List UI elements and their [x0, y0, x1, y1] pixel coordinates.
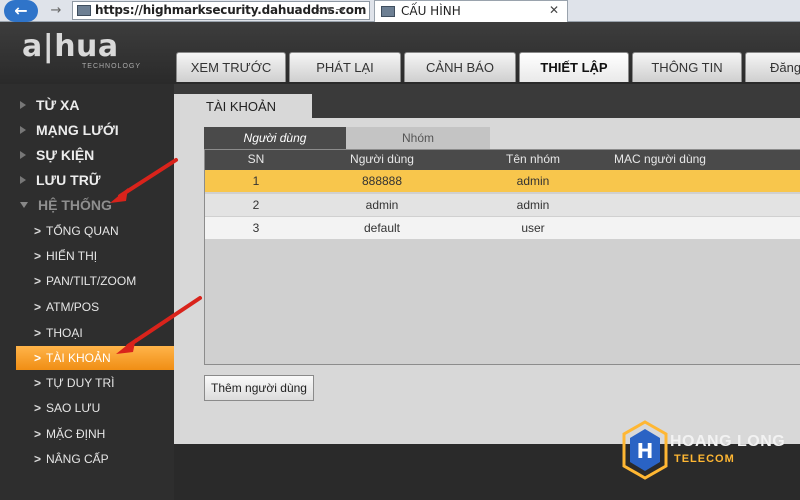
cell-user: 888888 — [361, 174, 403, 188]
sidebar-item-remote[interactable]: TỪ XA — [20, 97, 80, 117]
chevron-right-icon: > — [34, 452, 42, 466]
logo-subtext: TECHNOLOGY — [82, 63, 142, 70]
forward-button[interactable]: → — [46, 2, 66, 20]
tab-playback[interactable]: PHÁT LẠI — [289, 52, 401, 82]
tab-alarm[interactable]: CẢNH BÁO — [404, 52, 516, 82]
sidebar-subitem-display[interactable]: > HIỂN THỊ — [34, 249, 97, 269]
expand-arrow-icon — [20, 151, 26, 160]
cell-user: admin — [365, 198, 399, 212]
column-header-sn: SN — [247, 152, 265, 166]
sidebar-subitem-voice[interactable]: > THOẠI — [34, 326, 83, 346]
watermark-subtitle: TELECOM — [674, 453, 735, 465]
tab-logout[interactable]: Đăng — [745, 52, 800, 82]
tab-title: CẤU HÌNH — [401, 4, 461, 18]
sidebar-item-label: MẠNG LƯỚI — [36, 122, 119, 138]
sidebar-item-label: LƯU TRỮ — [36, 172, 101, 188]
cell-sn: 1 — [252, 174, 260, 188]
chevron-right-icon: > — [34, 224, 42, 238]
sidebar-item-system[interactable]: HỆ THỐNG — [20, 197, 112, 217]
sidebar-item-event[interactable]: SỰ KIỆN — [20, 147, 94, 167]
expand-arrow-icon — [20, 176, 26, 185]
cell-group: admin — [516, 198, 550, 212]
subtab-users[interactable]: Người dùng — [204, 127, 346, 149]
cell-group: user — [521, 221, 545, 235]
chevron-right-icon: > — [34, 376, 42, 390]
chevron-right-icon: > — [34, 300, 42, 314]
cell-group: admin — [516, 174, 550, 188]
page-icon — [77, 5, 91, 16]
sidebar-subitem-label: THOẠI — [46, 326, 83, 340]
sidebar-subitem-label: MẶC ĐỊNH — [46, 427, 106, 441]
browser-toolbar: ← → https://highmarksecurity.dahuaddns.c… — [0, 0, 800, 22]
column-header-group: Tên nhóm — [505, 152, 561, 166]
collapse-arrow-icon — [20, 202, 28, 209]
sidebar-subitem-backup[interactable]: > SAO LƯU — [34, 401, 100, 421]
chevron-right-icon: > — [34, 274, 42, 288]
add-user-button[interactable]: Thêm người dùng — [204, 375, 314, 401]
tab-close-icon[interactable]: ✕ — [549, 3, 559, 17]
sidebar-subitem-label: HIỂN THỊ — [46, 249, 98, 263]
subtab-group[interactable]: Nhóm — [346, 127, 490, 149]
chevron-right-icon: > — [34, 427, 42, 441]
chevron-right-icon: > — [34, 351, 42, 365]
sidebar-subitem-label: ATM/POS — [46, 300, 100, 314]
tab-preview[interactable]: XEM TRƯỚC — [176, 52, 286, 82]
sidebar: TỪ XA MẠNG LƯỚI SỰ KIỆN LƯU TRỮ HỆ THỐNG… — [0, 84, 174, 500]
expand-arrow-icon — [20, 126, 26, 135]
sidebar-subitem-label: TỔNG QUAN — [46, 224, 119, 238]
table-row[interactable]: 2 admin admin — [205, 194, 800, 216]
expand-arrow-icon — [20, 101, 26, 110]
svg-text:H: H — [637, 439, 654, 463]
sidebar-subitem-default[interactable]: > MẶC ĐỊNH — [34, 427, 105, 447]
section-title: TÀI KHOẢN — [174, 94, 312, 120]
address-controls[interactable]: ⌕ ▾ → — [317, 3, 345, 17]
chevron-right-icon: > — [34, 326, 42, 340]
watermark-brand: HOANG LONG — [670, 433, 786, 450]
browser-tab[interactable]: CẤU HÌNH ✕ — [374, 0, 568, 22]
user-table: SN Người dùng Tên nhóm MAC người dùng 1 … — [204, 149, 800, 365]
sidebar-subitem-label: SAO LƯU — [46, 401, 101, 415]
chevron-right-icon: > — [34, 401, 42, 415]
chevron-right-icon: > — [34, 249, 42, 263]
sidebar-subitem-overview[interactable]: > TỔNG QUAN — [34, 224, 119, 244]
sidebar-subitem-atm-pos[interactable]: > ATM/POS — [34, 300, 99, 320]
tab-setup[interactable]: THIẾT LẬP — [519, 52, 629, 82]
sidebar-item-label: SỰ KIỆN — [36, 147, 95, 163]
tab-page-icon — [381, 6, 395, 17]
sidebar-subitem-ptz[interactable]: > PAN/TILT/ZOOM — [34, 274, 136, 294]
back-button[interactable]: ← — [4, 0, 38, 22]
address-bar[interactable]: https://highmarksecurity.dahuaddns.com ⌕… — [72, 1, 370, 20]
column-header-user: Người dùng — [350, 152, 414, 166]
sidebar-subitem-label: PAN/TILT/ZOOM — [46, 274, 137, 288]
tab-info[interactable]: THÔNG TIN — [632, 52, 742, 82]
sidebar-item-network[interactable]: MẠNG LƯỚI — [20, 122, 119, 142]
dahua-logo: a|hua TECHNOLOGY — [22, 29, 140, 71]
sidebar-item-label: HỆ THỐNG — [38, 197, 112, 213]
logo-text: a|hua — [22, 29, 119, 64]
sidebar-item-storage[interactable]: LƯU TRỮ — [20, 172, 100, 192]
hoang-long-watermark: H HOANG LONG TELECOM — [620, 420, 790, 480]
cell-sn: 2 — [252, 198, 260, 212]
sidebar-subitem-auto-maintain[interactable]: > TỰ DUY TRÌ — [34, 376, 114, 396]
sidebar-item-label: TỪ XA — [36, 97, 80, 113]
table-header: SN Người dùng Tên nhóm MAC người dùng — [205, 150, 800, 170]
sidebar-subitem-label: NÂNG CẤP — [46, 452, 109, 466]
sidebar-subitem-label: TỰ DUY TRÌ — [46, 376, 115, 390]
cell-user: default — [363, 221, 401, 235]
sidebar-subitem-account[interactable]: > TÀI KHOẢN — [16, 346, 174, 370]
hoang-long-logo-icon: H — [622, 420, 668, 480]
sidebar-subitem-label: TÀI KHOẢN — [46, 351, 111, 365]
content-area: TÀI KHOẢN Người dùng Nhóm SN Người dùng … — [174, 84, 800, 444]
table-row[interactable]: 1 888888 admin — [205, 170, 800, 192]
table-row[interactable]: 3 default user — [205, 217, 800, 239]
cell-sn: 3 — [252, 221, 260, 235]
column-header-mac: MAC người dùng — [614, 152, 706, 166]
sidebar-subitem-upgrade[interactable]: > NÂNG CẤP — [34, 452, 109, 472]
app-header: a|hua TECHNOLOGY XEM TRƯỚC PHÁT LẠI CẢNH… — [0, 22, 800, 84]
